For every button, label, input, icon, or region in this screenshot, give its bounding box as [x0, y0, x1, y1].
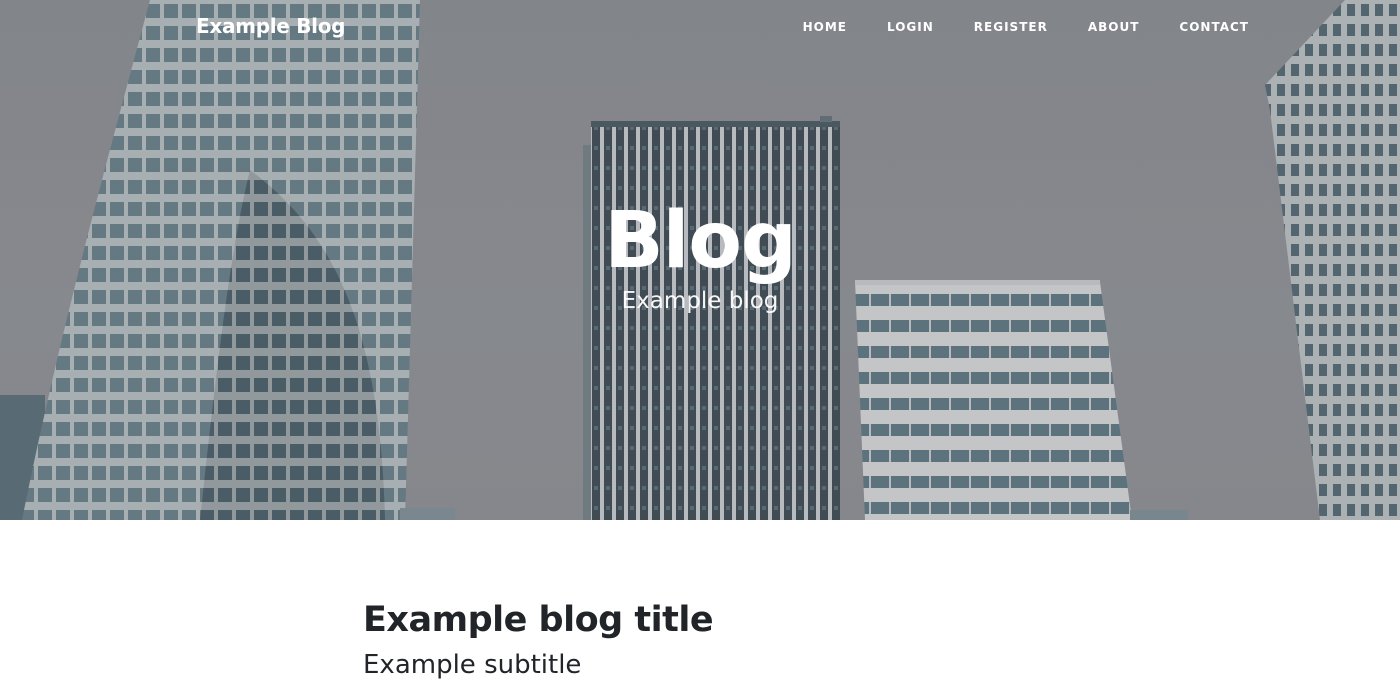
post-subtitle[interactable]: Example subtitle: [363, 644, 1063, 686]
navbar-brand[interactable]: Example Blog: [196, 14, 345, 38]
site-heading: Blog Example blog: [0, 196, 1400, 314]
nav-link-about[interactable]: ABOUT: [1068, 20, 1160, 34]
nav-link-register[interactable]: REGISTER: [954, 20, 1068, 34]
nav-link-contact[interactable]: CONTACT: [1159, 20, 1249, 34]
post-preview[interactable]: Example blog title Example subtitle: [363, 596, 1063, 686]
nav-link-home[interactable]: HOME: [783, 20, 867, 34]
post-title[interactable]: Example blog title: [363, 596, 1063, 644]
nav-link-login[interactable]: LOGIN: [867, 20, 954, 34]
nav-links: HOME LOGIN REGISTER ABOUT CONTACT: [783, 20, 1249, 34]
hero-header: Example Blog HOME LOGIN REGISTER ABOUT C…: [0, 0, 1400, 520]
main-navbar: Example Blog HOME LOGIN REGISTER ABOUT C…: [0, 0, 1400, 56]
hero-subtitle: Example blog: [621, 288, 779, 314]
hero-title: Blog: [604, 196, 797, 286]
